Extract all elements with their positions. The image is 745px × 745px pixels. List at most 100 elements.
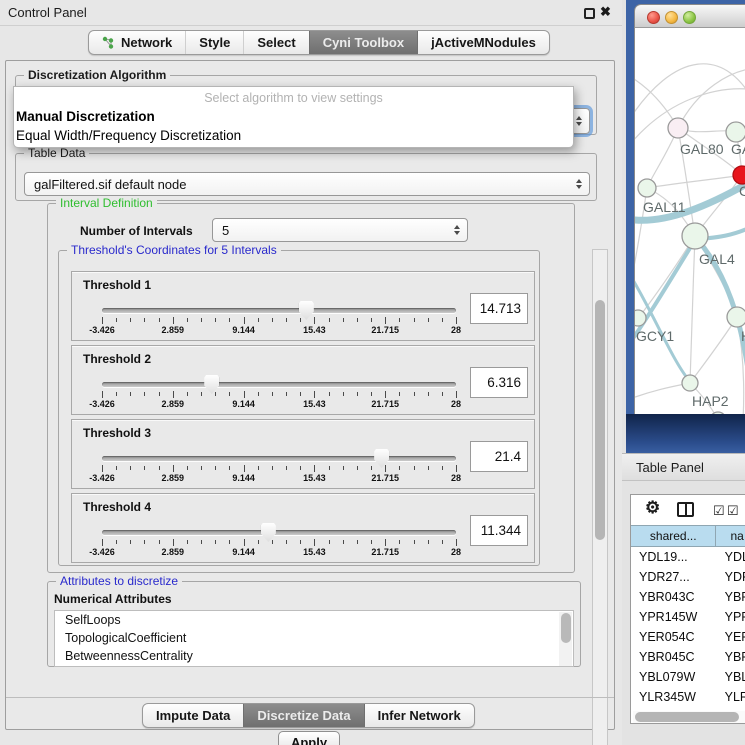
tick-label: 9.144 [232,547,255,557]
minor-tick [144,392,145,396]
threshold-value-input[interactable]: 21.4 [470,441,528,472]
tab-impute-data[interactable]: Impute Data [143,704,243,727]
threshold-value-input[interactable]: 6.316 [470,367,528,398]
attributes-scrollbar[interactable] [559,612,572,667]
network-node[interactable] [733,166,745,184]
major-tick [456,539,457,546]
minor-tick [371,540,372,544]
tab-label: Cyni Toolbox [323,35,404,50]
mac-minimize-button[interactable] [665,11,678,24]
network-node[interactable] [682,223,708,249]
close-icon[interactable]: ✖ [600,4,611,20]
number-of-intervals-combobox[interactable]: 5 [212,218,468,242]
cell-name: YPR1 [717,607,745,627]
table-row[interactable]: YBL079WYBL0 [631,667,745,687]
minor-tick [442,540,443,544]
network-node[interactable] [668,118,688,138]
chevron-updown-icon [576,116,582,126]
tab-discretize-data[interactable]: Discretize Data [243,704,363,727]
mac-close-button[interactable] [647,11,660,24]
apply-button[interactable]: Apply [278,731,340,745]
table-toolbar: ⚙ ☑ ☑ [631,495,745,525]
threshold-label: Threshold 2 [83,352,151,366]
major-tick [385,539,386,546]
network-node[interactable] [635,310,646,326]
threshold-value-input[interactable]: 11.344 [470,515,528,546]
table-row[interactable]: YBR045CYBR0 [631,647,745,667]
tick-label: 15.43 [303,399,326,409]
threshold-value-input[interactable]: 14.713 [470,293,528,324]
tab-style[interactable]: Style [185,31,243,54]
threshold-coordinates-group: Threshold's Coordinates for 5 Intervals … [58,250,540,566]
network-edge[interactable] [647,175,742,188]
attribute-list-item[interactable]: TopologicalCoefficient [55,629,573,647]
network-node[interactable] [638,179,656,197]
network-edge[interactable] [690,236,695,383]
minor-tick [215,540,216,544]
minor-tick [300,318,301,322]
minor-tick [215,466,216,470]
tab-cyni-toolbox[interactable]: Cyni Toolbox [309,31,417,54]
slider-thumb[interactable] [374,449,389,468]
slider-thumb[interactable] [261,523,276,542]
settings-gear-icon[interactable]: ⚙ [645,498,660,518]
table-data-group: Table Data galFiltered.sif default node [15,153,597,201]
table-horizontal-scrollbar[interactable] [633,711,745,723]
attribute-list-item[interactable]: SelfLoops [55,611,573,629]
checkbox-column-icon[interactable]: ☑ [713,503,725,519]
minor-tick [187,318,188,322]
minor-tick [286,392,287,396]
panel-vertical-scrollbar[interactable] [592,249,608,745]
column-header-shared[interactable]: shared... [631,525,716,547]
attribute-list-item[interactable]: BetweennessCentrality [55,647,573,665]
tab-infer-network[interactable]: Infer Network [364,704,474,727]
slider-track[interactable] [102,382,456,387]
major-tick [173,317,174,324]
checkbox-column-icon[interactable]: ☑ [727,503,739,519]
minor-tick [187,466,188,470]
threshold-panel: Threshold 1-3.4262.8599.14415.4321.71528… [71,271,535,341]
table-row[interactable]: YIL052CYIL0 [631,707,745,709]
major-tick [244,539,245,546]
algorithm-popup-prompt: Select algorithm to view settings [14,87,573,107]
table-row[interactable]: YDL19...YDL1 [631,547,745,567]
major-tick [314,539,315,546]
algorithm-option[interactable]: Manual Discretization [14,107,573,126]
table-row[interactable]: YER054CYER0 [631,627,745,647]
tab-network[interactable]: Network [89,31,185,54]
minor-tick [116,540,117,544]
network-window-titlebar[interactable] [634,4,745,28]
table-data-combobox[interactable]: galFiltered.sif default node [24,172,590,196]
tab-select[interactable]: Select [243,31,308,54]
slider-track[interactable] [102,308,456,313]
major-tick [385,391,386,398]
column-header-name[interactable]: na [716,525,745,547]
network-node[interactable] [726,122,745,142]
network-node[interactable] [727,307,745,327]
major-tick [173,465,174,472]
split-columns-icon[interactable] [677,502,694,517]
algorithm-dropdown-popup: Select algorithm to view settings Manual… [13,86,574,148]
algorithm-option[interactable]: Equal Width/Frequency Discretization [14,126,573,145]
top-tab-bar: NetworkStyleSelect Cyni Toolbox jActiveMNo… [88,30,550,55]
slider-track[interactable] [102,530,456,535]
cell-shared-name: YDR27... [631,567,717,587]
table-row[interactable]: YPR145WYPR1 [631,607,745,627]
minor-tick [159,318,160,322]
minor-tick [399,392,400,396]
slider-track[interactable] [102,456,456,461]
network-node[interactable] [682,375,698,391]
table-row[interactable]: YLR345WYLR3 [631,687,745,707]
minor-tick [428,466,429,470]
network-edge[interactable] [690,317,737,383]
mac-zoom-button[interactable] [683,11,696,24]
numerical-attributes-list[interactable]: SelfLoopsTopologicalCoefficientBetweenne… [54,610,574,667]
slider-thumb[interactable] [204,375,219,394]
major-tick [244,465,245,472]
table-row[interactable]: YDR27...YDR2 [631,567,745,587]
table-row[interactable]: YBR043CYBR0 [631,587,745,607]
float-window-icon[interactable] [584,8,595,19]
network-canvas[interactable]: GAL80GACGAL11GAL4GCY1HHAP2 [634,28,745,418]
major-tick [102,391,103,398]
tab-jactivemnodules[interactable]: jActiveMNodules [417,31,549,54]
